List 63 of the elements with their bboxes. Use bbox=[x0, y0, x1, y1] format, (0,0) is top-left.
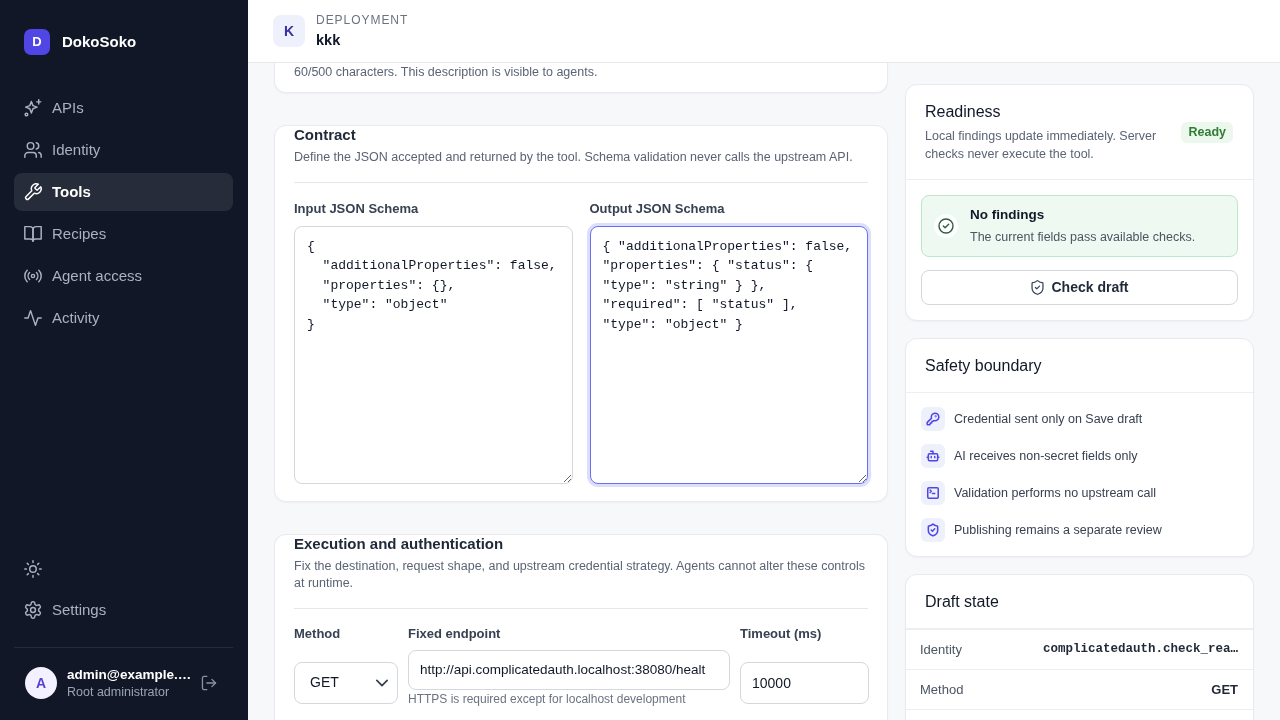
card-title: Contract bbox=[294, 126, 357, 144]
sidebar-nav-item[interactable]: Tools bbox=[14, 173, 233, 211]
field-label: Output JSON Schema bbox=[589, 200, 726, 217]
logout-button[interactable] bbox=[201, 675, 218, 691]
user-role: Root administrator bbox=[67, 683, 171, 701]
card-description: Local findings update immediately. Server checks never execute the tool. bbox=[925, 128, 1158, 163]
card-title: Execution and authentication bbox=[294, 534, 505, 553]
safety-item-text: Credential sent only on Save draft bbox=[954, 410, 1143, 428]
row-value: complicatedauth.check_rea… bbox=[1042, 641, 1238, 659]
user-email: admin@example.… bbox=[67, 665, 192, 684]
schema-textarea[interactable]: { "additionalProperties": false, "properties": { "status": { "type": "string" } }, "required": [ "status" ], "type": "object" } bbox=[589, 225, 868, 484]
check-circle-icon bbox=[934, 214, 958, 238]
pulse-icon bbox=[24, 309, 42, 327]
field-label: Input JSON Schema bbox=[294, 200, 420, 217]
field-label: Timeout (ms) bbox=[740, 625, 823, 642]
sparkles-icon bbox=[24, 99, 42, 117]
sidebar-nav-item[interactable]: Activity bbox=[14, 299, 233, 337]
safety-item-text: AI receives non-secret fields only bbox=[954, 447, 1138, 465]
sun-icon bbox=[24, 560, 42, 578]
status-badge: Ready bbox=[1181, 122, 1233, 143]
user-avatar: A bbox=[25, 667, 57, 699]
check-draft-button[interactable]: Check draft bbox=[921, 270, 1238, 305]
card-title: Safety boundary bbox=[925, 355, 1042, 376]
field-hint: HTTPS is required except for localhost development bbox=[408, 691, 687, 706]
safety-item-text: Validation performs no upstream call bbox=[954, 484, 1156, 502]
wrench-icon bbox=[24, 183, 42, 201]
robot-icon bbox=[921, 444, 945, 468]
card-description: Fix the destination, request shape, and upstream credential strategy. Agents cannot alter these controls at runtime. bbox=[294, 557, 866, 592]
broadcast-icon bbox=[24, 267, 42, 285]
deployment-name: kkk bbox=[316, 31, 342, 50]
users-icon bbox=[24, 141, 42, 159]
section-eyebrow: DEPLOYMENT bbox=[316, 12, 409, 28]
gear-icon bbox=[24, 601, 42, 619]
logout-icon bbox=[201, 675, 218, 691]
safety-item-text: Publishing remains a separate review bbox=[954, 521, 1162, 539]
card-title: Readiness bbox=[925, 102, 1002, 122]
sidebar-nav-item[interactable]: Identity bbox=[14, 131, 233, 169]
sidebar-nav-item[interactable]: Recipes bbox=[14, 215, 233, 253]
book-icon bbox=[24, 225, 42, 243]
field-label: Method bbox=[294, 625, 342, 642]
card-description: Define the JSON accepted and returned by the tool. Schema validation never calls the upstream API. bbox=[294, 149, 854, 166]
method-select[interactable]: GET bbox=[294, 661, 398, 704]
brand-logo: D bbox=[24, 29, 50, 55]
endpoint-input[interactable]: http://api.complicatedauth.localhost:38080/healt bbox=[408, 649, 730, 690]
shield-check-icon bbox=[1030, 280, 1046, 295]
character-count-hint: 60/500 characters. This description is visible to agents. bbox=[294, 64, 599, 80]
sidebar-nav-item[interactable]: Agent access bbox=[14, 257, 233, 295]
row-label: Method bbox=[920, 680, 964, 699]
terminal-icon bbox=[921, 481, 945, 505]
row-value: GET bbox=[1211, 680, 1238, 699]
shield-check-icon bbox=[921, 518, 945, 542]
key-icon bbox=[921, 407, 945, 431]
findings-title: No findings bbox=[970, 206, 1046, 224]
schema-textarea[interactable]: { "additionalProperties": false, "properties": {}, "type": "object" } bbox=[294, 225, 573, 484]
card-title: Draft state bbox=[925, 591, 999, 612]
row-label: Identity bbox=[920, 640, 962, 659]
deployment-avatar: K bbox=[273, 15, 305, 47]
sidebar-nav-item[interactable]: APIs bbox=[14, 89, 233, 127]
findings-detail: The current fields pass available checks. bbox=[970, 229, 1196, 246]
timeout-input[interactable]: 10000 bbox=[740, 661, 869, 704]
brand-name: DokoSoko bbox=[62, 31, 137, 52]
settings-link[interactable]: Settings bbox=[14, 591, 233, 629]
field-label: Fixed endpoint bbox=[408, 625, 502, 642]
